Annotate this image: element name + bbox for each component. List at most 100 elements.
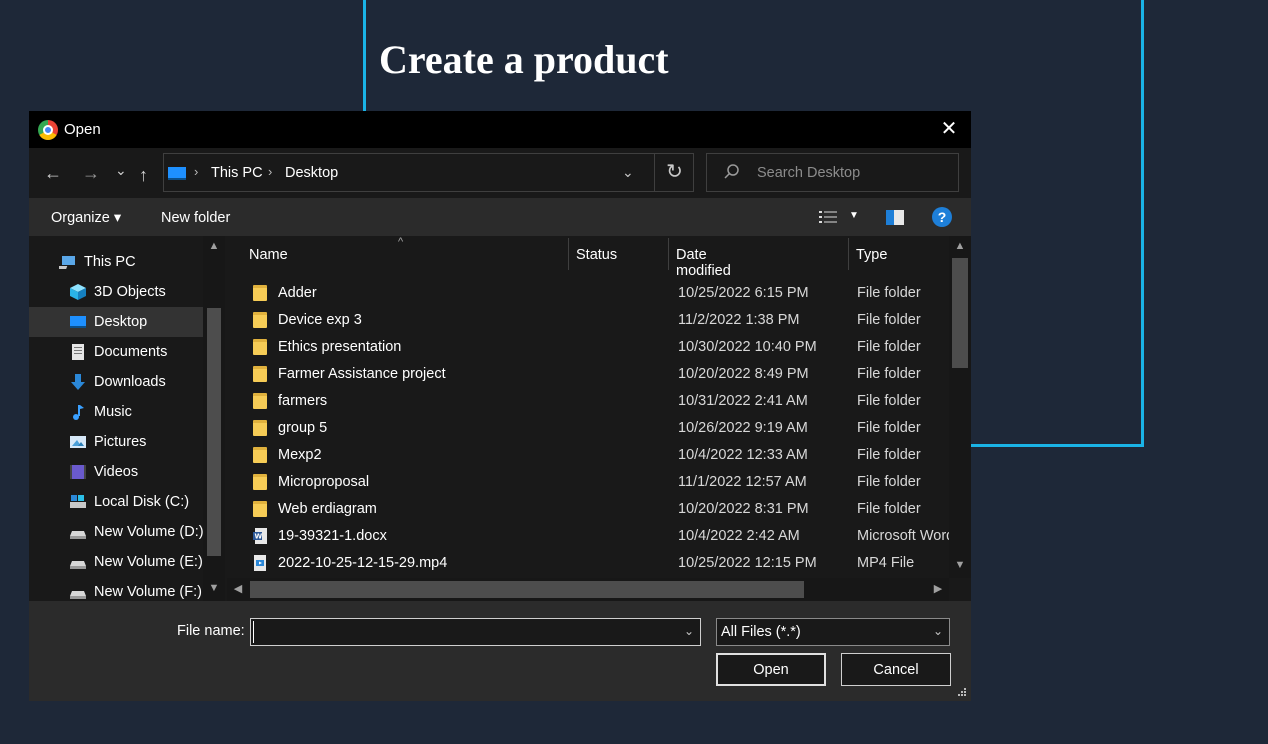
scroll-right-arrow-icon[interactable]: ▶ xyxy=(927,582,949,595)
file-name-combobox[interactable]: ⌄ xyxy=(250,618,701,646)
organize-menu-button[interactable]: Organize ▾ xyxy=(51,210,121,226)
sidebar-item[interactable]: This PC xyxy=(29,247,203,277)
file-name-dropdown-chevron-icon[interactable]: ⌄ xyxy=(684,624,694,638)
date-modified-cell: 11/1/2022 12:57 AM xyxy=(678,474,807,490)
search-input[interactable] xyxy=(757,164,947,182)
navigation-pane: This PC 3D Objects Desktop Documents Downloa… xyxy=(29,236,227,601)
date-modified-cell: 10/31/2022 2:41 AM xyxy=(678,393,808,409)
view-details-icon[interactable] xyxy=(819,210,837,225)
folder-icon xyxy=(253,339,267,355)
recent-locations-chevron-icon[interactable]: ⌄ xyxy=(115,159,127,181)
sidebar-item-label: Desktop xyxy=(94,314,148,330)
dialog-title: Open xyxy=(64,121,101,138)
forward-arrow-icon[interactable]: → xyxy=(82,162,100,184)
scrollbar-thumb[interactable] xyxy=(207,308,221,556)
file-list: ^ Name Status Date modified Type Adder 10… xyxy=(227,236,971,601)
file-row[interactable]: Farmer Assistance project 10/20/2022 8:49… xyxy=(227,360,949,387)
open-button[interactable]: Open xyxy=(716,653,826,686)
column-divider[interactable] xyxy=(568,238,569,270)
scrollbar-thumb[interactable] xyxy=(952,258,968,368)
file-row[interactable]: Microproposal 11/1/2022 12:57 AM File fold… xyxy=(227,468,949,495)
scroll-up-arrow-icon[interactable]: ▲ xyxy=(203,240,225,252)
file-row[interactable]: group 5 10/26/2022 9:19 AM File folder xyxy=(227,414,949,441)
file-name-cell: Microproposal xyxy=(278,474,370,490)
new-folder-button[interactable]: New folder xyxy=(161,210,230,226)
music-icon xyxy=(69,403,87,421)
file-row[interactable]: Mexp2 10/4/2022 12:33 AM File folder xyxy=(227,441,949,468)
sidebar-item-label: Pictures xyxy=(94,434,147,450)
scroll-left-arrow-icon[interactable]: ◀ xyxy=(227,582,249,595)
folder-icon xyxy=(253,447,267,463)
dialog-footer: File name: ⌄ All Files (*.*) ⌄ Open Canc… xyxy=(29,601,971,701)
sidebar-item[interactable]: Music xyxy=(29,397,203,427)
file-name-label: File name: xyxy=(177,623,245,639)
sidebar-item-label: Downloads xyxy=(94,374,166,390)
disk-icon xyxy=(69,493,87,511)
sidebar-item-label: 3D Objects xyxy=(94,284,166,300)
sidebar-item[interactable]: New Volume (F:) xyxy=(29,577,203,601)
breadcrumb-this-pc[interactable]: This PC xyxy=(211,165,263,181)
sidebar-item-label: New Volume (E:) xyxy=(94,554,203,570)
sidebar-item[interactable]: New Volume (E:) xyxy=(29,547,203,577)
back-arrow-icon[interactable]: ← xyxy=(44,162,62,184)
file-name-input[interactable] xyxy=(253,621,673,643)
page-title: Create a product xyxy=(379,37,669,82)
navigation-pane-scrollbar[interactable]: ▲ ▼ xyxy=(203,236,225,601)
sidebar-item[interactable]: Desktop xyxy=(29,307,203,337)
this-pc-icon xyxy=(168,167,186,180)
folder-icon xyxy=(253,393,267,409)
file-row[interactable]: W 19-39321-1.docx 10/4/2022 2:42 AM Microso… xyxy=(227,522,954,549)
file-row[interactable]: Device exp 3 11/2/2022 1:38 PM File folder xyxy=(227,306,949,333)
up-arrow-icon[interactable]: ↑ xyxy=(139,164,148,186)
address-dropdown-chevron-icon[interactable]: ⌄ xyxy=(622,164,634,181)
date-modified-cell: 10/30/2022 10:40 PM xyxy=(678,339,817,355)
download-icon xyxy=(69,373,87,391)
sidebar-item[interactable]: Downloads xyxy=(29,367,203,397)
file-row[interactable]: Ethics presentation 10/30/2022 10:40 PM Fi… xyxy=(227,333,949,360)
sidebar-item-label: Videos xyxy=(94,464,139,480)
sidebar-item[interactable]: New Volume (D:) xyxy=(29,517,204,547)
word-document-icon: W xyxy=(253,528,267,544)
file-type-cell: Microsoft Word xyxy=(857,528,955,544)
file-row[interactable]: Adder 10/25/2022 6:15 PM File folder xyxy=(227,279,949,306)
sidebar-item[interactable]: 3D Objects xyxy=(29,277,203,307)
refresh-icon[interactable]: ↻ xyxy=(654,154,694,191)
breadcrumb-desktop[interactable]: Desktop xyxy=(285,165,338,181)
close-button[interactable]: ✕ xyxy=(939,119,959,139)
file-type-cell: File folder xyxy=(857,312,921,328)
scroll-down-arrow-icon[interactable]: ▼ xyxy=(949,559,971,571)
drive-icon xyxy=(69,583,87,601)
sidebar-item[interactable]: Pictures xyxy=(29,427,203,457)
file-type-cell: File folder xyxy=(857,285,921,301)
help-icon[interactable]: ? xyxy=(932,207,952,227)
scroll-down-arrow-icon[interactable]: ▼ xyxy=(203,582,225,594)
column-divider[interactable] xyxy=(848,238,849,270)
sidebar-item[interactable]: Videos xyxy=(29,457,203,487)
resize-grip-icon[interactable] xyxy=(957,687,967,697)
column-divider[interactable] xyxy=(668,238,669,270)
file-row[interactable]: 2022-10-25-12-15-29.mp4 10/25/2022 12:15 … xyxy=(227,549,949,576)
address-bar[interactable]: › This PC › Desktop ⌄ ↻ xyxy=(163,153,694,192)
file-row[interactable]: farmers 10/31/2022 2:41 AM File folder xyxy=(227,387,949,414)
file-name-cell: group 5 xyxy=(278,420,328,436)
file-list-vertical-scrollbar[interactable]: ▲ ▼ xyxy=(949,236,971,578)
file-name-cell: Farmer Assistance project xyxy=(278,366,446,382)
scroll-up-arrow-icon[interactable]: ▲ xyxy=(949,240,971,252)
file-type-cell: File folder xyxy=(857,366,921,382)
date-modified-cell: 10/20/2022 8:49 PM xyxy=(678,366,809,382)
preview-pane-icon[interactable] xyxy=(886,210,904,225)
sidebar-item[interactable]: Documents xyxy=(29,337,203,367)
file-name-cell: Adder xyxy=(278,285,317,301)
cancel-button[interactable]: Cancel xyxy=(841,653,951,686)
file-row[interactable]: Web erdiagram 10/20/2022 8:31 PM File fold… xyxy=(227,495,949,522)
sidebar-item[interactable]: Local Disk (C:) xyxy=(29,487,203,517)
dialog-titlebar[interactable]: Open ✕ xyxy=(29,111,971,148)
view-options-chevron-icon[interactable]: ▼ xyxy=(849,210,859,221)
drive-icon xyxy=(69,553,87,571)
column-header-label: Type xyxy=(856,247,888,263)
search-box[interactable] xyxy=(706,153,959,192)
scrollbar-thumb[interactable] xyxy=(250,581,804,598)
file-type-select[interactable]: All Files (*.*) ⌄ xyxy=(716,618,950,646)
open-file-dialog: Open ✕ ← → ⌄ ↑ › This PC › Desktop ⌄ ↻ O… xyxy=(29,111,971,701)
file-list-horizontal-scrollbar[interactable]: ◀ ▶ xyxy=(227,578,949,601)
